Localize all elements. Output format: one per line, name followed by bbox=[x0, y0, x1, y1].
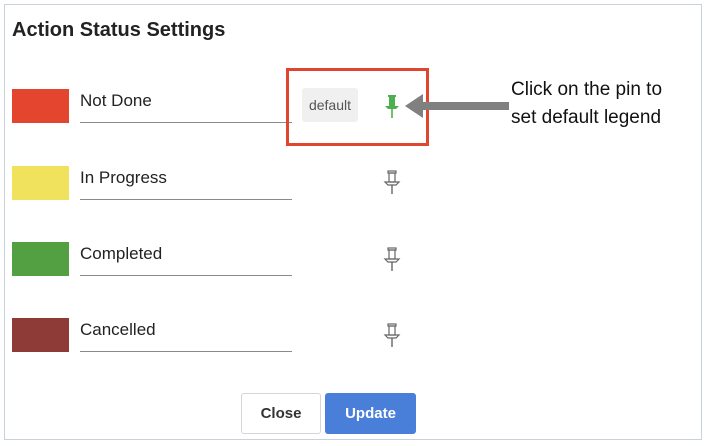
pin-icon[interactable] bbox=[383, 170, 401, 196]
status-name-field[interactable]: Cancelled bbox=[80, 318, 292, 352]
status-name-text: Not Done bbox=[80, 91, 152, 110]
dialog-title: Action Status Settings bbox=[12, 19, 226, 41]
pin-icon[interactable] bbox=[383, 323, 401, 349]
color-swatch[interactable] bbox=[12, 242, 69, 276]
arrow-left-icon bbox=[405, 94, 509, 118]
close-button[interactable]: Close bbox=[241, 393, 321, 434]
annotation-line-1: Click on the pin to bbox=[511, 79, 663, 100]
update-button[interactable]: Update bbox=[325, 393, 416, 434]
status-name-text: In Progress bbox=[80, 168, 167, 187]
pin-icon[interactable] bbox=[383, 247, 401, 273]
status-name-text: Cancelled bbox=[80, 320, 156, 339]
status-name-field[interactable]: In Progress bbox=[80, 166, 292, 200]
annotation-line-2: set default legend bbox=[511, 107, 662, 128]
status-name-field[interactable]: Completed bbox=[80, 242, 292, 276]
color-swatch[interactable] bbox=[12, 318, 69, 352]
status-row-completed: Completed bbox=[0, 242, 440, 282]
color-swatch[interactable] bbox=[12, 89, 69, 123]
status-name-text: Completed bbox=[80, 244, 163, 263]
status-name-field[interactable]: Not Done bbox=[80, 89, 292, 123]
status-row-cancelled: Cancelled bbox=[0, 318, 440, 358]
annotation-text: Click on the pin to set default legend bbox=[511, 76, 662, 132]
color-swatch[interactable] bbox=[12, 166, 69, 200]
status-row-in-progress: In Progress bbox=[0, 166, 440, 206]
